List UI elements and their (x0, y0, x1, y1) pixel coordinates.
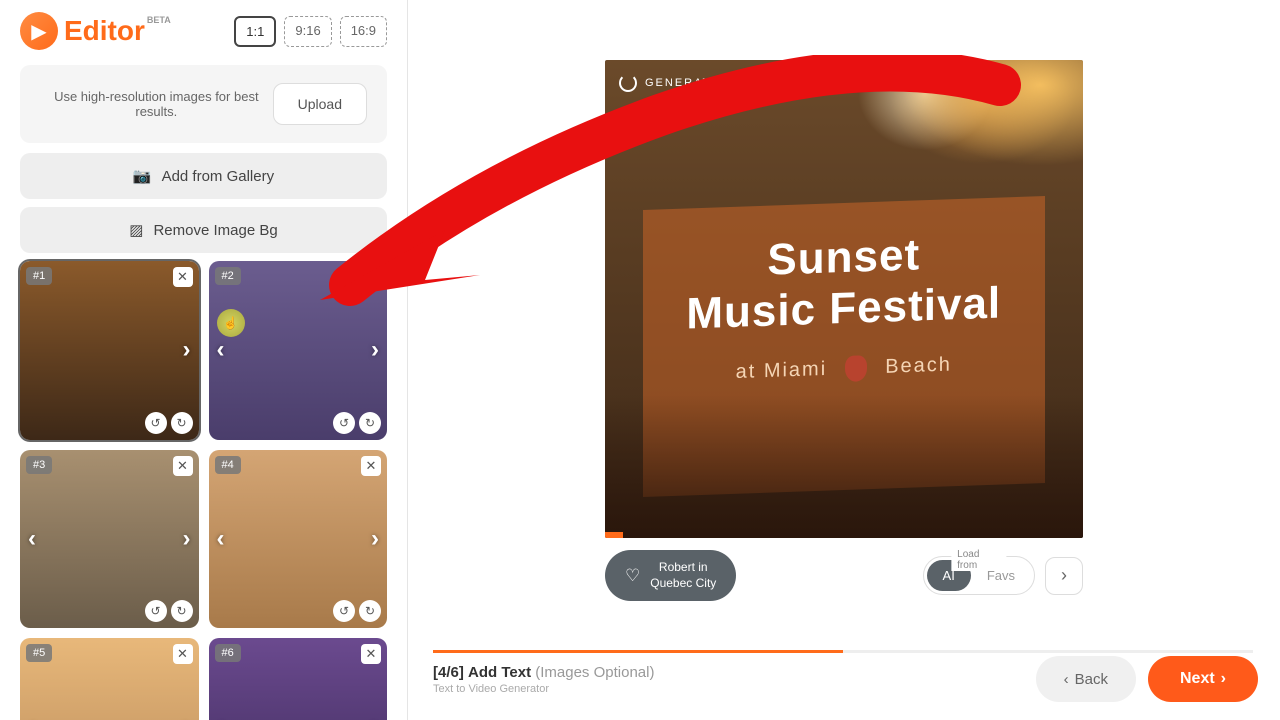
chevron-right-icon: › (1221, 670, 1226, 688)
preview-crowd-shadow (605, 395, 1083, 538)
chevron-left-icon[interactable]: ‹ (28, 525, 36, 553)
add-from-gallery-button[interactable]: 📷 Add from Gallery (20, 153, 387, 199)
upload-hint: Use high-resolution images for best resu… (40, 89, 273, 119)
upload-box: Use high-resolution images for best resu… (20, 65, 387, 143)
thumbnail-4[interactable]: #4 ✕ ‹ › ↺↻ (209, 450, 388, 629)
ratio-16-9[interactable]: 16:9 (340, 16, 387, 47)
preview-canvas[interactable]: GENERATING SunsetMusic Festival at Miami… (605, 60, 1083, 538)
thumb-badge: #3 (26, 456, 52, 474)
rotate-right-icon[interactable]: ↻ (359, 412, 381, 434)
preview-progress-tick (605, 532, 623, 538)
ratio-1-1[interactable]: 1:1 (234, 16, 276, 47)
step-info: [4/6] Add Text (Images Optional) Text to… (433, 664, 654, 695)
thumbnail-1[interactable]: #1 ✕ › ↺↻ (20, 261, 199, 440)
main-area: GENERATING SunsetMusic Festival at Miami… (408, 0, 1280, 720)
user-text: Robert inQuebec City (650, 560, 716, 591)
close-icon[interactable]: ✕ (361, 644, 381, 664)
rotate-left-icon[interactable]: ↺ (333, 412, 355, 434)
close-icon[interactable]: ✕ (173, 644, 193, 664)
rotate-right-icon[interactable]: ↻ (359, 600, 381, 622)
beta-badge: BETA (147, 15, 171, 25)
thumb-badge: #1 (26, 267, 52, 285)
step-progress-fill (433, 650, 843, 653)
chevron-right-icon[interactable]: › (371, 713, 379, 720)
next-button[interactable]: Next › (1148, 656, 1258, 702)
thumbnail-2[interactable]: ☝ #2 ‹ › ↺↻ (209, 261, 388, 440)
chevron-left-icon[interactable]: ‹ (217, 713, 225, 720)
footer-buttons: ‹ Back Next › (1036, 656, 1258, 702)
preview-title: SunsetMusic Festival (663, 227, 1025, 341)
rotate-left-icon[interactable]: ↺ (145, 600, 167, 622)
camera-plus-icon: 📷 (133, 167, 152, 185)
cursor-pointer-icon: ☝ (217, 309, 245, 337)
load-group: Load from AI Favs › (923, 556, 1083, 595)
chevron-right-icon[interactable]: › (371, 525, 379, 553)
rotate-right-icon[interactable]: ↻ (171, 412, 193, 434)
chevron-right-icon[interactable]: › (183, 713, 191, 720)
user-pill[interactable]: ♡ Robert inQuebec City (605, 550, 736, 601)
sidebar: ▶ EditorBETA 1:1 9:16 16:9 Use high-reso… (0, 0, 408, 720)
chevron-left-icon[interactable]: ‹ (217, 525, 225, 553)
spinner-icon (619, 74, 637, 92)
thumbnail-grid: #1 ✕ › ↺↻ ☝ #2 ‹ › ↺↻ #3 ✕ ‹ › ↺↻ #4 ✕ ‹… (20, 261, 387, 720)
thumb-badge: #4 (215, 456, 241, 474)
load-label: Load from (951, 549, 1006, 571)
chevron-left-icon: ‹ (1064, 671, 1069, 688)
generating-badge: GENERATING (619, 74, 737, 92)
heart-icon[interactable]: ♡ (625, 566, 640, 586)
upload-button[interactable]: Upload (273, 83, 367, 125)
close-icon[interactable]: ✕ (173, 456, 193, 476)
below-preview-row: ♡ Robert inQuebec City Load from AI Favs… (605, 550, 1083, 601)
chevron-left-icon[interactable]: ‹ (217, 336, 225, 364)
rotate-left-icon[interactable]: ↺ (145, 412, 167, 434)
logo-text: Editor (64, 15, 145, 46)
rotate-right-icon[interactable]: ↻ (171, 600, 193, 622)
chevron-left-icon[interactable]: ‹ (28, 713, 36, 720)
thumb-badge: #5 (26, 644, 52, 662)
play-icon: ▶ (20, 12, 58, 50)
chevron-right-icon[interactable]: › (183, 525, 191, 553)
rotate-left-icon[interactable]: ↺ (333, 600, 355, 622)
stripes-icon: ▨ (129, 221, 143, 239)
thumbnail-6[interactable]: #6 ✕ ‹ › (209, 638, 388, 720)
ratio-9-16[interactable]: 9:16 (284, 16, 331, 47)
aspect-ratio-group: 1:1 9:16 16:9 (234, 16, 387, 47)
thumb-badge: #6 (215, 644, 241, 662)
footer: [4/6] Add Text (Images Optional) Text to… (433, 656, 1258, 702)
back-button[interactable]: ‹ Back (1036, 656, 1136, 702)
logo-row: ▶ EditorBETA 1:1 9:16 16:9 (20, 12, 387, 50)
chevron-right-icon[interactable]: › (183, 336, 191, 364)
chevron-right-icon[interactable]: › (371, 336, 379, 364)
remove-bg-button[interactable]: ▨ Remove Image Bg (20, 207, 387, 253)
load-segment: Load from AI Favs (923, 556, 1035, 595)
close-icon[interactable]: ✕ (173, 267, 193, 287)
logo[interactable]: ▶ EditorBETA (20, 12, 171, 50)
thumbnail-3[interactable]: #3 ✕ ‹ › ↺↻ (20, 450, 199, 629)
next-variant-button[interactable]: › (1045, 557, 1083, 595)
thumbnail-5[interactable]: #5 ✕ ‹ › (20, 638, 199, 720)
lobster-icon (845, 356, 867, 383)
step-progress-bar (433, 650, 1253, 653)
preview-subtitle: at Miami Beach (663, 350, 1025, 389)
close-icon[interactable]: ✕ (361, 456, 381, 476)
thumb-badge: #2 (215, 267, 241, 285)
